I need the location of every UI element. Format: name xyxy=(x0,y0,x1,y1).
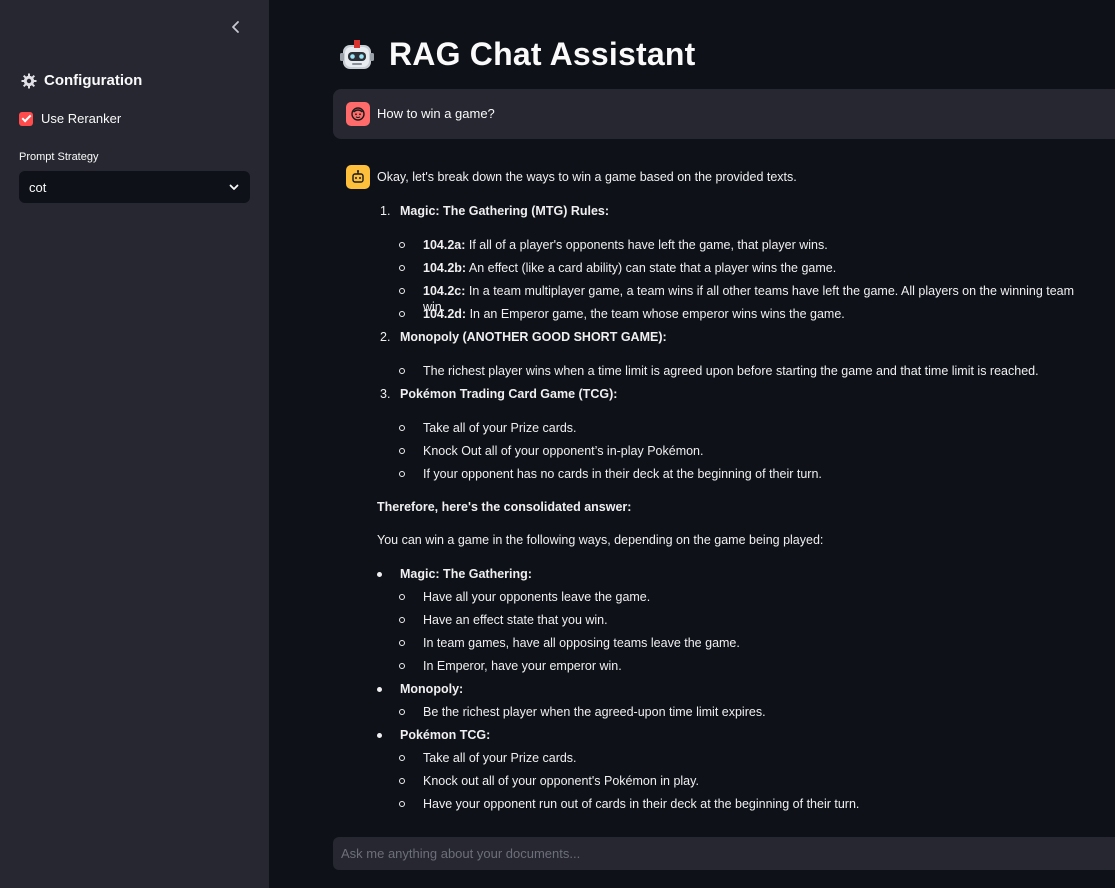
list-item: In Emperor, have your emperor win. xyxy=(377,658,1097,681)
prompt-strategy-value: cot xyxy=(29,179,47,195)
section-heading: Monopoly (ANOTHER GOOD SHORT GAME): xyxy=(400,330,667,344)
user-message: How to win a game? xyxy=(333,89,1115,139)
answer-section: 1. Magic: The Gathering (MTG) Rules: xyxy=(377,203,1097,237)
user-avatar xyxy=(346,102,370,126)
prompt-strategy-label: Prompt Strategy xyxy=(19,151,99,163)
summary-item: Pokémon TCG: xyxy=(377,727,1097,750)
page-title: RAG Chat Assistant xyxy=(389,36,696,72)
list-item: Knock out all of your opponent's Pokémon… xyxy=(377,773,1097,796)
assistant-avatar xyxy=(346,165,370,189)
checkbox-checked-icon[interactable] xyxy=(19,111,33,126)
summary-item: Magic: The Gathering: xyxy=(377,566,1097,589)
chevron-down-icon xyxy=(229,184,239,190)
list-number: 1. xyxy=(380,204,391,218)
use-reranker-checkbox[interactable]: Use Reranker xyxy=(19,111,121,126)
summary-intro: You can win a game in the following ways… xyxy=(377,533,824,547)
user-face-icon xyxy=(351,107,365,121)
user-message-text: How to win a game? xyxy=(377,106,495,121)
section-heading: Pokémon Trading Card Game (TCG): xyxy=(400,387,618,401)
sidebar: Configuration Use Reranker Prompt Strate… xyxy=(0,0,269,888)
list-number: 3. xyxy=(380,387,391,401)
summary-item: Monopoly: xyxy=(377,681,1097,704)
answer-section: 3. Pokémon Trading Card Game (TCG): xyxy=(377,386,1097,420)
section-heading: Magic: The Gathering (MTG) Rules: xyxy=(400,204,610,218)
list-item: Knock Out all of your opponent’s in-play… xyxy=(377,443,1097,466)
chat-input[interactable] xyxy=(333,837,1115,870)
sidebar-header: Configuration xyxy=(21,72,142,89)
list-item: 104.2b: An effect (like a card ability) … xyxy=(377,260,1097,283)
list-item: 104.2d: In an Emperor game, the team who… xyxy=(377,306,1097,329)
bot-icon xyxy=(352,170,364,183)
list-item: Take all of your Prize cards. xyxy=(377,420,1097,443)
chevron-left-icon xyxy=(232,21,239,33)
robot-icon xyxy=(340,39,374,69)
prompt-strategy-select[interactable]: cot xyxy=(19,171,250,203)
list-item: Have your opponent run out of cards in t… xyxy=(377,796,1097,819)
list-item: 104.2a: If all of a player's opponents h… xyxy=(377,237,1097,260)
gear-icon xyxy=(21,73,37,88)
list-item: Have an effect state that you win. xyxy=(377,612,1097,635)
list-item: Be the richest player when the agreed-up… xyxy=(377,704,1097,727)
list-item: The richest player wins when a time limi… xyxy=(377,363,1097,386)
list-item: Take all of your Prize cards. xyxy=(377,750,1097,773)
assistant-message: Okay, let's break down the ways to win a… xyxy=(377,169,1097,819)
list-item: Have all your opponents leave the game. xyxy=(377,589,1097,612)
list-item: In team games, have all opposing teams l… xyxy=(377,635,1097,658)
answer-intro: Okay, let's break down the ways to win a… xyxy=(377,170,797,184)
use-reranker-label: Use Reranker xyxy=(41,111,122,126)
list-item: 104.2c: In a team multiplayer game, a te… xyxy=(377,283,1097,314)
therefore-text: Therefore, here's the consolidated answe… xyxy=(377,500,632,514)
sidebar-title: Configuration xyxy=(44,72,143,89)
main-area: RAG Chat Assistant How to win a game? Ok… xyxy=(269,0,1115,888)
list-item: If your opponent has no cards in their d… xyxy=(377,466,1097,499)
list-number: 2. xyxy=(380,330,391,344)
title-row: RAG Chat Assistant xyxy=(339,36,695,73)
collapse-sidebar-button[interactable] xyxy=(226,17,246,37)
answer-section: 2. Monopoly (ANOTHER GOOD SHORT GAME): xyxy=(377,329,1097,363)
